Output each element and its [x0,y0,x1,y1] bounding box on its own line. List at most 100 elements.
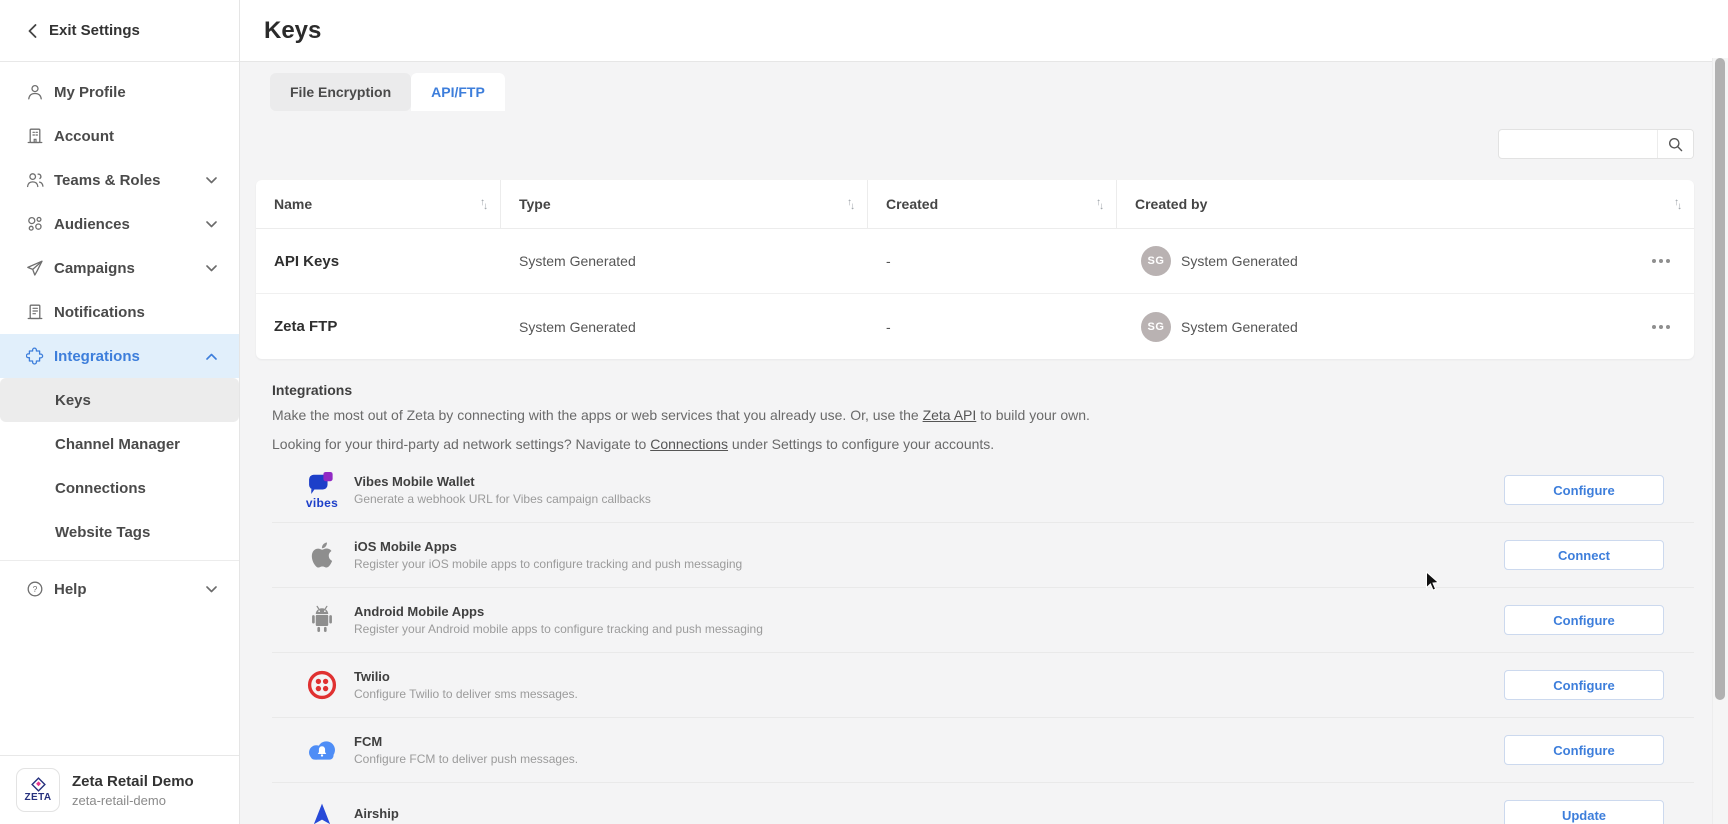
column-header-type: Type ↑↓ [501,180,868,228]
integration-name: Airship [354,806,399,821]
configure-twilio-button[interactable]: Configure [1504,670,1664,700]
workspace-info: Zeta Retail Demo zeta-retail-demo [72,773,194,808]
table-row[interactable]: API Keys System Generated - SG System Ge… [256,229,1694,294]
sidebar-item-notifications[interactable]: Notifications [0,290,239,334]
avatar: SG [1141,312,1171,342]
sidebar-item-help[interactable]: ? Help [0,567,239,611]
sidebar-subitem-connections[interactable]: Connections [0,466,239,510]
integration-row-airship: Airship Update [272,783,1694,824]
intro-text: Make the most out of Zeta by connecting … [272,407,923,423]
sort-icon[interactable]: ↑↓ [480,199,486,210]
sidebar-item-integrations[interactable]: Integrations [0,334,239,378]
sidebar-subitem-label: Connections [55,480,146,497]
sidebar-item-label: Help [54,581,87,598]
vibes-logo-text: vibes [306,497,338,509]
sidebar-subitem-channel-manager[interactable]: Channel Manager [0,422,239,466]
integration-info: iOS Mobile Apps Register your iOS mobile… [354,539,742,571]
integrations-list: vibes Vibes Mobile Wallet Generate a web… [272,458,1694,824]
integration-info: Airship [354,806,399,824]
integration-description: Generate a webhook URL for Vibes campaig… [354,492,651,506]
key-type: System Generated [501,319,868,335]
sidebar-item-label: Integrations [54,348,140,365]
sort-icon[interactable]: ↑↓ [1674,199,1680,210]
scrollbar[interactable] [1712,58,1728,824]
intro-text: to build your own. [976,407,1090,423]
integration-description: Register your iOS mobile apps to configu… [354,557,742,571]
tab-file-encryption[interactable]: File Encryption [270,73,411,111]
tab-label: API/FTP [431,84,485,100]
key-created: - [868,319,1117,335]
paper-plane-icon [26,259,44,277]
integration-info: Vibes Mobile Wallet Generate a webhook U… [354,474,651,506]
sidebar-subitem-label: Channel Manager [55,436,180,453]
tab-label: File Encryption [290,84,391,100]
sidebar-subitem-website-tags[interactable]: Website Tags [0,510,239,554]
sidebar-item-account[interactable]: Account [0,114,239,158]
help-icon: ? [26,580,44,598]
search-icon [1668,137,1683,152]
sidebar-item-my-profile[interactable]: My Profile [0,70,239,114]
key-created: - [868,253,1117,269]
settings-app: Exit Settings My Profile Account Teams & [0,0,1728,824]
key-created-by: SG System Generated [1117,246,1694,276]
configure-fcm-button[interactable]: Configure [1504,735,1664,765]
sidebar-item-label: My Profile [54,84,126,101]
sidebar-subitem-keys[interactable]: Keys [0,378,239,422]
sidebar-item-campaigns[interactable]: Campaigns [0,246,239,290]
apple-logo-icon [300,538,344,572]
page-header: Keys [240,0,1728,62]
key-created-by: SG System Generated [1117,312,1694,342]
zeta-api-link[interactable]: Zeta API [923,407,977,423]
workspace-switcher[interactable]: ZETA Zeta Retail Demo zeta-retail-demo [0,755,239,824]
sidebar-item-audiences[interactable]: Audiences [0,202,239,246]
more-options-icon[interactable] [1650,253,1672,269]
sidebar-subitem-label: Website Tags [55,524,150,541]
sidebar-nav: My Profile Account Teams & Roles [0,62,239,755]
integration-name: FCM [354,734,578,749]
search-button[interactable] [1657,130,1693,158]
sidebar-subitem-label: Keys [55,392,91,409]
configure-android-button[interactable]: Configure [1504,605,1664,635]
audiences-icon [26,215,44,233]
search-input[interactable] [1499,130,1657,158]
table-header: Name ↑↓ Type ↑↓ Created ↑↓ Created by ↑↓ [256,180,1694,229]
column-label: Created [886,196,938,212]
chevron-down-icon [206,177,217,184]
integrations-note: Looking for your third-party ad network … [272,436,1694,452]
chevron-down-icon [206,586,217,593]
sidebar-item-label: Campaigns [54,260,135,277]
update-airship-button[interactable]: Update [1504,800,1664,824]
android-logo-icon [300,605,344,635]
sort-icon[interactable]: ↑↓ [847,199,853,210]
column-header-created: Created ↑↓ [868,180,1117,228]
created-by-label: System Generated [1181,319,1298,335]
integration-description: Register your Android mobile apps to con… [354,622,763,636]
more-options-icon[interactable] [1650,319,1672,335]
sidebar-item-teams-roles[interactable]: Teams & Roles [0,158,239,202]
integration-row-ios: iOS Mobile Apps Register your iOS mobile… [272,523,1694,588]
tab-api-ftp[interactable]: API/FTP [411,73,505,111]
building-icon [26,127,44,145]
zeta-logo-text: ZETA [25,793,52,803]
note-text: under Settings to configure your account… [728,436,994,452]
sidebar-item-label: Audiences [54,216,130,233]
sort-icon[interactable]: ↑↓ [1096,199,1102,210]
puzzle-icon [26,347,44,365]
sidebar: Exit Settings My Profile Account Teams & [0,0,240,824]
users-icon [26,171,44,189]
exit-settings-label: Exit Settings [49,22,140,39]
search-box [1498,129,1694,159]
sidebar-item-label: Notifications [54,304,145,321]
notifications-icon [26,303,44,321]
chevron-up-icon [206,353,217,360]
table-row[interactable]: Zeta FTP System Generated - SG System Ge… [256,294,1694,359]
configure-vibes-button[interactable]: Configure [1504,475,1664,505]
connect-ios-button[interactable]: Connect [1504,540,1664,570]
connections-link[interactable]: Connections [650,436,728,452]
fcm-logo-icon [300,738,344,763]
integration-row-twilio: Twilio Configure Twilio to deliver sms m… [272,653,1694,718]
scrollbar-thumb[interactable] [1715,58,1725,700]
key-name: Zeta FTP [256,318,501,335]
workspace-slug: zeta-retail-demo [72,793,194,808]
exit-settings-button[interactable]: Exit Settings [0,0,239,62]
